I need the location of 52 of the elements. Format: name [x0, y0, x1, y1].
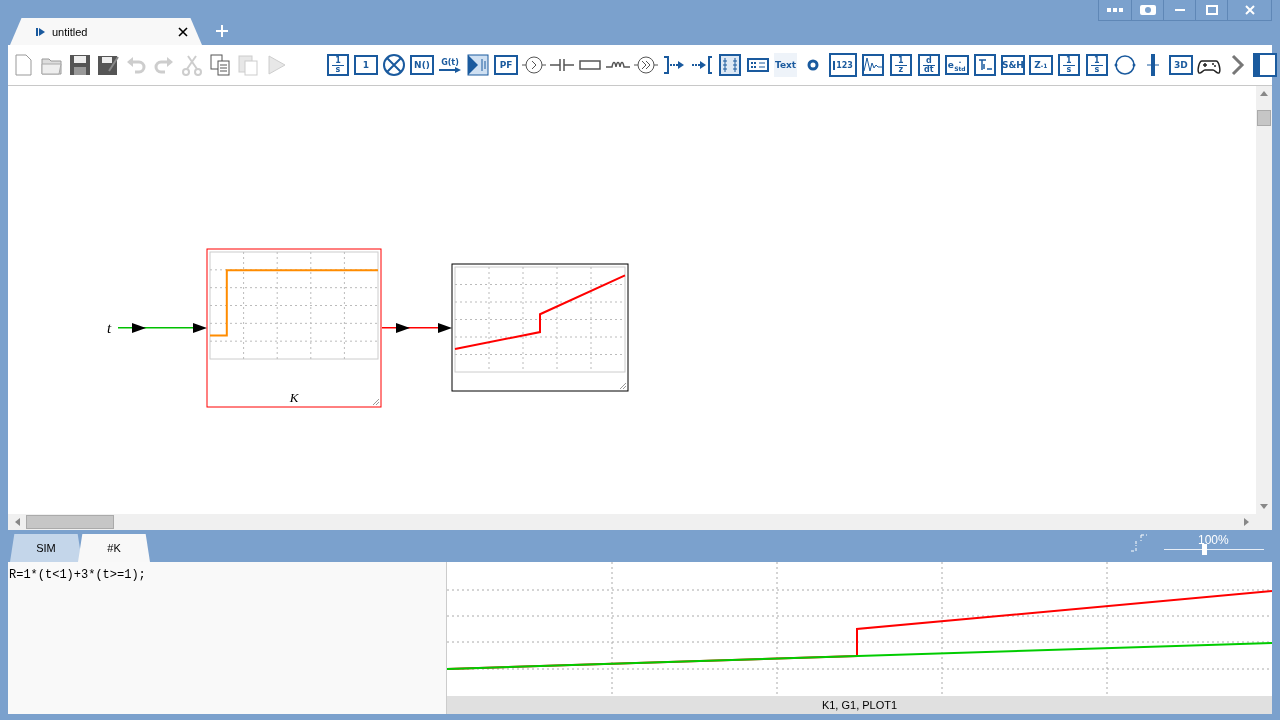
zoom-reading: 100%: [1198, 532, 1229, 547]
block-button[interactable]: PF: [494, 55, 518, 75]
scrollbar-thumb[interactable]: [26, 515, 114, 529]
block-button[interactable]: 1 s: [326, 53, 350, 77]
scope-block[interactable]: [206, 248, 382, 408]
add-tab-icon[interactable]: [216, 24, 228, 37]
scope-block[interactable]: [451, 263, 629, 392]
scrollbar-thumb[interactable]: [1257, 110, 1271, 126]
block-button[interactable]: 1 s: [1084, 53, 1109, 77]
arrowhead-icon: [396, 323, 410, 333]
block-button[interactable]: d dt: [916, 53, 941, 77]
arrowhead-icon: [193, 323, 207, 333]
waveform-icon[interactable]: [860, 53, 885, 77]
source-label: t: [107, 320, 112, 336]
sidebar-toggle-icon[interactable]: [1252, 53, 1277, 77]
copy-icon[interactable]: [208, 53, 232, 77]
arrowhead-icon: [438, 323, 452, 333]
transfer-function-icon[interactable]: [972, 53, 997, 77]
signal-block-button[interactable]: G(t): [438, 53, 462, 77]
block-button[interactable]: S&H: [1000, 55, 1025, 75]
block-button[interactable]: 1: [354, 55, 378, 75]
save-as-icon[interactable]: [96, 53, 120, 77]
close-icon[interactable]: [178, 26, 188, 37]
document-tab[interactable]: untitled: [10, 18, 202, 45]
scroll-right-icon[interactable]: [1244, 518, 1250, 526]
scroll-left-icon[interactable]: [14, 518, 20, 526]
block-button[interactable]: 1 z: [888, 53, 913, 77]
output-port-icon[interactable]: [662, 53, 686, 77]
plot-caption: K1, G1, PLOT1: [447, 696, 1272, 714]
panel-tab[interactable]: SIM: [10, 534, 82, 562]
multiply-icon[interactable]: [382, 53, 406, 77]
arrowhead-icon: [132, 323, 146, 333]
block-button[interactable]: 3D: [1168, 55, 1193, 75]
comparator-icon[interactable]: [522, 53, 546, 77]
block-button[interactable]: N(): [410, 55, 434, 75]
display-block-button[interactable]: 123: [829, 53, 857, 77]
panel-tab[interactable]: #K: [78, 534, 150, 562]
arrow-icon: [439, 66, 461, 73]
scroll-down-icon[interactable]: [1260, 504, 1268, 510]
zoom-slider[interactable]: [1202, 543, 1207, 555]
run-icon: [36, 26, 46, 37]
block-button[interactable]: 1 s: [1056, 53, 1081, 77]
scroll-up-icon[interactable]: [1260, 90, 1268, 96]
input-port-icon[interactable]: [690, 53, 714, 77]
code-text[interactable]: R=1*(t<1)+3*(t>=1);: [8, 562, 447, 714]
splitter-icon[interactable]: [466, 53, 490, 77]
text-block-button[interactable]: Text: [774, 53, 798, 77]
bus-icon[interactable]: [718, 53, 742, 77]
circle-icon[interactable]: [1112, 53, 1137, 77]
double-comparator-icon[interactable]: [634, 53, 658, 77]
block-label: K: [289, 390, 299, 405]
save-icon[interactable]: [68, 53, 92, 77]
